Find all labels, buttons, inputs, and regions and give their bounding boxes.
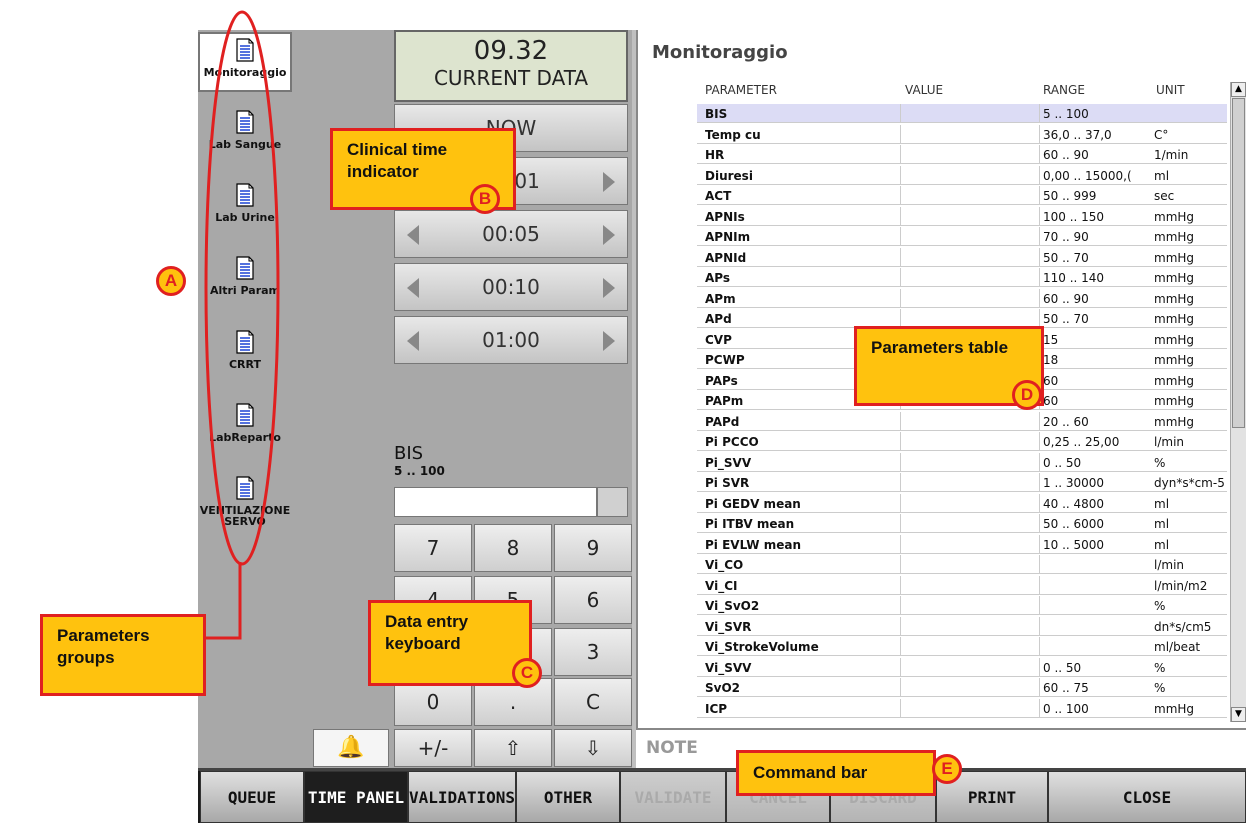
groups-callout-line <box>206 562 242 640</box>
callout-badge-e: E <box>932 754 962 784</box>
callout-text: Parameters table <box>871 338 1009 357</box>
callout-text: Command bar <box>753 763 868 782</box>
callout-badge-b: B <box>470 184 500 214</box>
callout-badge-a: A <box>156 266 186 296</box>
callout-badge-c: C <box>512 658 542 688</box>
groups-highlight-ellipse <box>204 10 280 566</box>
callout-text: Clinical time indicator <box>347 140 448 181</box>
callout-command-bar: Command bar <box>736 750 936 796</box>
callout-text: Parameters groups <box>57 626 150 667</box>
annotation-lines <box>204 10 280 640</box>
callout-badge-d: D <box>1012 380 1042 410</box>
callout-data-entry-keyboard: Data entry keyboard <box>368 600 532 686</box>
callout-text: Data entry keyboard <box>385 612 469 653</box>
callout-parameters-groups: Parameters groups <box>40 614 206 696</box>
